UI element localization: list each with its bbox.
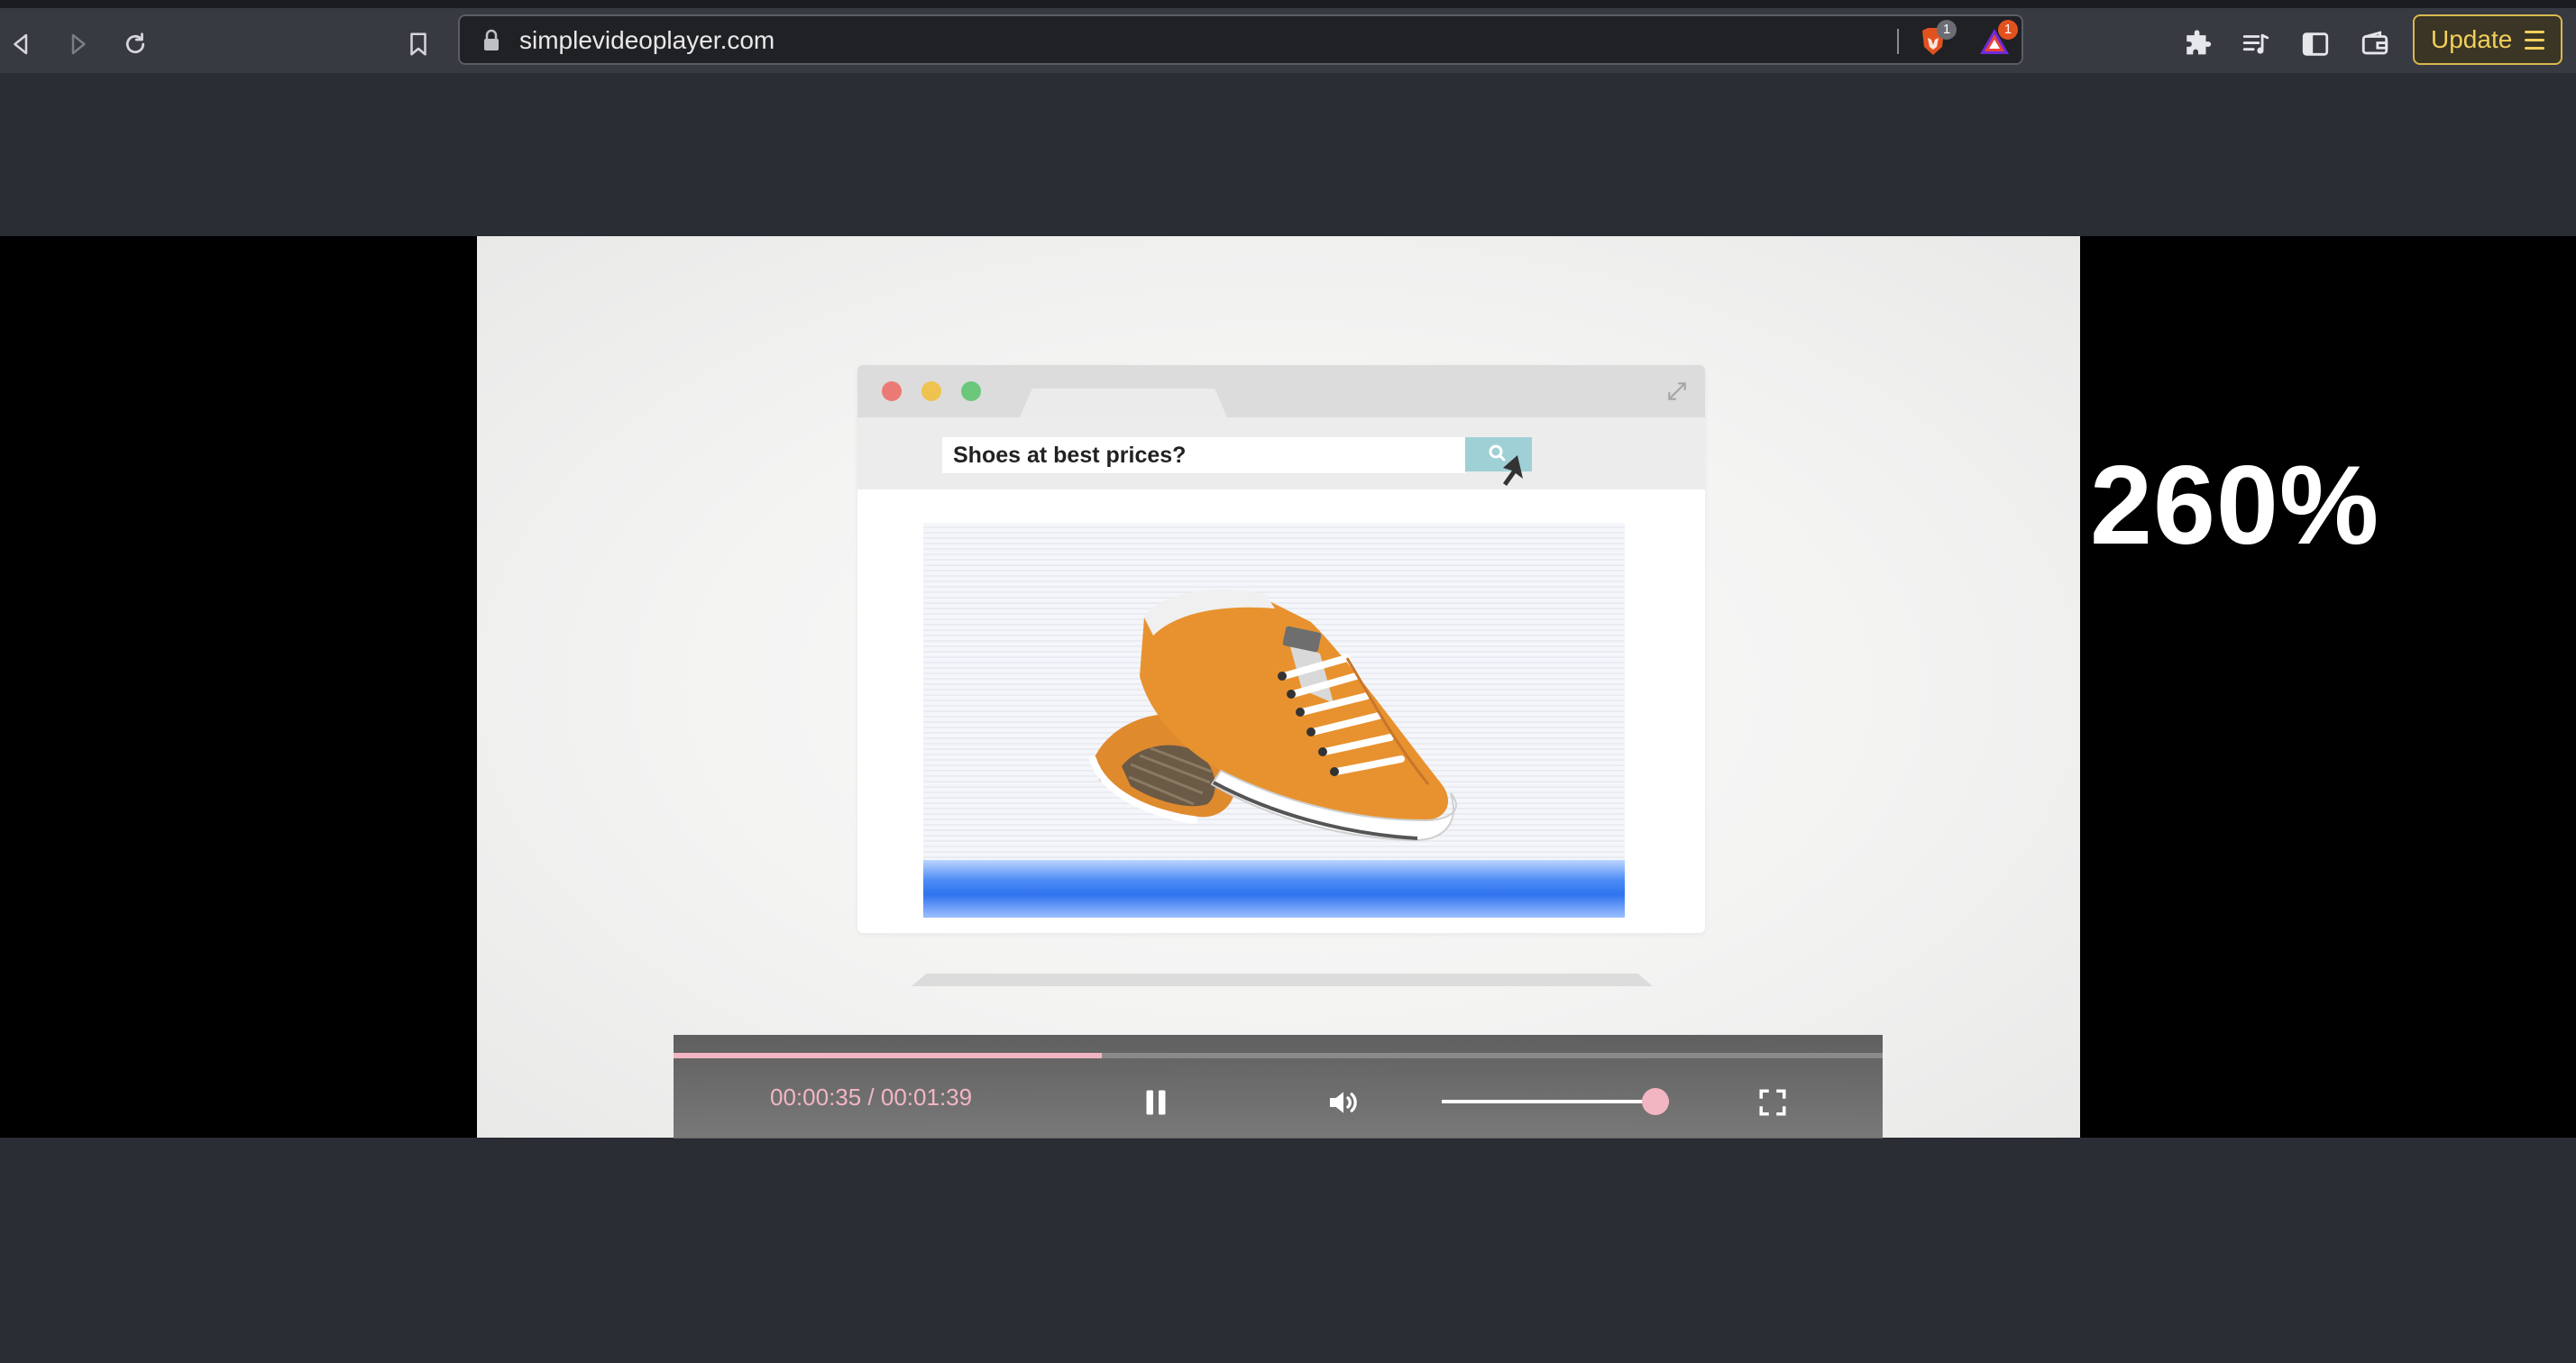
- playlist-button[interactable]: [2236, 24, 2276, 64]
- time-display: 00:00:35 / 00:01:39: [770, 1084, 973, 1111]
- mock-stand: [912, 974, 1653, 986]
- bookmark-button[interactable]: [399, 24, 438, 64]
- playlist-icon: [2242, 33, 2269, 54]
- top-strip: [0, 0, 2576, 8]
- shoe-image: [923, 523, 1625, 918]
- blue-band: [923, 860, 1625, 918]
- player-controls: 00:00:35 / 00:01:39: [674, 1035, 1883, 1146]
- forward-icon: [71, 33, 86, 55]
- mock-titlebar: [857, 365, 1705, 417]
- puzzle-icon: [2186, 30, 2212, 55]
- video-frame: Shoes at best prices?: [477, 236, 2080, 1138]
- progress-fill: [674, 1053, 1102, 1058]
- wallet-button[interactable]: [2355, 24, 2395, 64]
- volume-slider[interactable]: [1442, 1088, 1669, 1115]
- forward-button[interactable]: [58, 24, 97, 64]
- sidebar-icon: [2302, 32, 2329, 56]
- controls-bottom-edge: [674, 1139, 1883, 1146]
- bookmark-icon: [410, 32, 426, 56]
- speed-overlay: 260%: [2090, 444, 2380, 568]
- reload-button[interactable]: [115, 24, 155, 64]
- sneaker-illustration: [1089, 590, 1457, 842]
- shields-badge: 1: [1937, 20, 1957, 40]
- volume-knob[interactable]: [1641, 1088, 1669, 1115]
- fullscreen-button[interactable]: [1752, 1082, 1793, 1123]
- lock-icon: [484, 29, 499, 50]
- address-separator: [1897, 29, 1899, 54]
- back-icon: [14, 33, 28, 55]
- mock-search-box: Shoes at best prices?: [942, 437, 1465, 473]
- reload-icon: [125, 32, 145, 54]
- menu-icon: [2525, 31, 2544, 50]
- url-text: simplevideoplayer.com: [519, 26, 775, 54]
- mock-close-dot: [882, 381, 902, 401]
- update-label: Update: [2431, 25, 2513, 53]
- back-button[interactable]: [2, 24, 41, 64]
- pause-button[interactable]: [1135, 1082, 1177, 1123]
- brave-rewards-button[interactable]: 1: [1976, 20, 2018, 59]
- mock-cursor-icon: [1503, 455, 1523, 486]
- brave-shields-button[interactable]: 1: [1915, 20, 1957, 59]
- mock-minimize-dot: [921, 381, 941, 401]
- mock-search-row: Shoes at best prices?: [857, 417, 1705, 489]
- pause-icon: [1146, 1090, 1166, 1115]
- volume-icon: [1330, 1092, 1357, 1113]
- progress-bar[interactable]: [674, 1053, 1883, 1058]
- mock-browser-window: Shoes at best prices?: [857, 365, 1705, 933]
- volume-button[interactable]: [1321, 1082, 1366, 1123]
- address-bar[interactable]: simplevideoplayer.com 1 1: [458, 14, 2023, 65]
- mock-maximize-dot: [961, 381, 981, 401]
- extensions-button[interactable]: [2178, 24, 2218, 64]
- browser-toolbar: simplevideoplayer.com 1 1 Update: [0, 8, 2576, 73]
- sidebar-button[interactable]: [2296, 24, 2335, 64]
- mock-tab: [1020, 389, 1227, 417]
- mock-expand-icon: [1668, 382, 1686, 400]
- rewards-badge: 1: [1998, 20, 2018, 40]
- fullscreen-icon: [1759, 1089, 1786, 1116]
- wallet-icon: [2361, 31, 2388, 55]
- update-button[interactable]: Update: [2413, 14, 2562, 65]
